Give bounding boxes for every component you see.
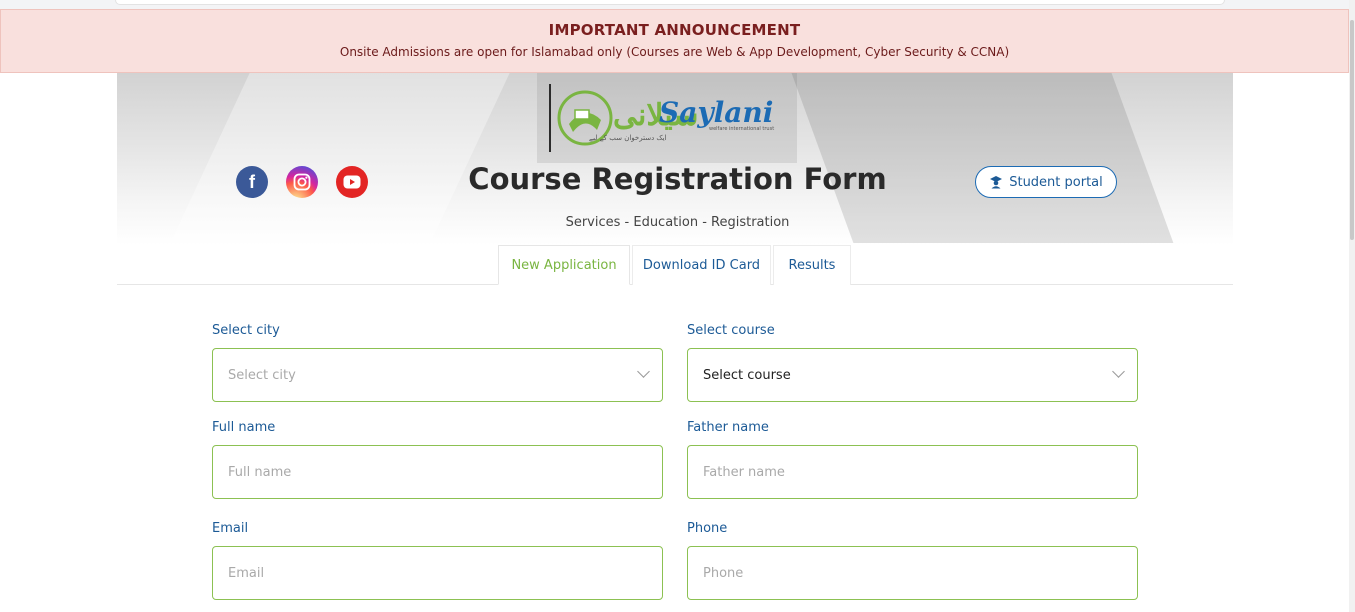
email-field-wrapper: [212, 546, 663, 600]
student-portal-button[interactable]: Student portal: [975, 166, 1117, 198]
announcement-banner: IMPORTANT ANNOUNCEMENT Onsite Admissions…: [0, 9, 1349, 73]
address-bar-edge: [115, 0, 1225, 5]
father-name-field-wrapper: [687, 445, 1138, 499]
student-portal-label: Student portal: [1009, 174, 1103, 190]
graduate-icon: [990, 176, 1003, 189]
course-label: Select course: [687, 323, 775, 338]
browser-top-strip: [0, 0, 1355, 9]
logo-brand-text: Saylani: [659, 96, 774, 129]
chevron-down-icon: [637, 365, 650, 378]
course-select-value: Select course: [703, 367, 791, 383]
email-label: Email: [212, 521, 249, 536]
tab-results[interactable]: Results: [773, 245, 851, 285]
city-label: Select city: [212, 323, 280, 338]
phone-label: Phone: [687, 521, 728, 536]
full-name-field-wrapper: [212, 445, 663, 499]
page-title: Course Registration Form: [468, 162, 887, 196]
father-name-input[interactable]: [703, 464, 1103, 480]
full-name-label: Full name: [212, 420, 276, 435]
city-select-placeholder: Select city: [228, 367, 296, 383]
saylani-logo[interactable]: سیلانی Saylani welfare international tru…: [549, 84, 799, 152]
chevron-down-icon: [1112, 365, 1125, 378]
announcement-title: IMPORTANT ANNOUNCEMENT: [548, 21, 801, 39]
scrollbar-thumb[interactable]: [1350, 20, 1354, 240]
full-name-input[interactable]: [228, 464, 628, 480]
tab-download-id-card[interactable]: Download ID Card: [632, 245, 771, 285]
course-select[interactable]: Select course: [687, 348, 1138, 402]
logo-tagline: ایک دسترخوان سب کے لیے: [589, 134, 667, 142]
city-select[interactable]: Select city: [212, 348, 663, 402]
father-name-label: Father name: [687, 420, 769, 435]
announcement-message: Onsite Admissions are open for Islamabad…: [339, 45, 1010, 59]
email-input[interactable]: [228, 565, 628, 581]
logo-subtext: welfare international trust: [709, 126, 775, 132]
phone-input[interactable]: [703, 565, 1103, 581]
phone-field-wrapper: [687, 546, 1138, 600]
page-scrollbar[interactable]: [1349, 0, 1355, 612]
breadcrumb: Services - Education - Registration: [565, 215, 790, 230]
tab-new-application[interactable]: New Application: [498, 245, 630, 285]
logo-divider: [549, 84, 551, 152]
